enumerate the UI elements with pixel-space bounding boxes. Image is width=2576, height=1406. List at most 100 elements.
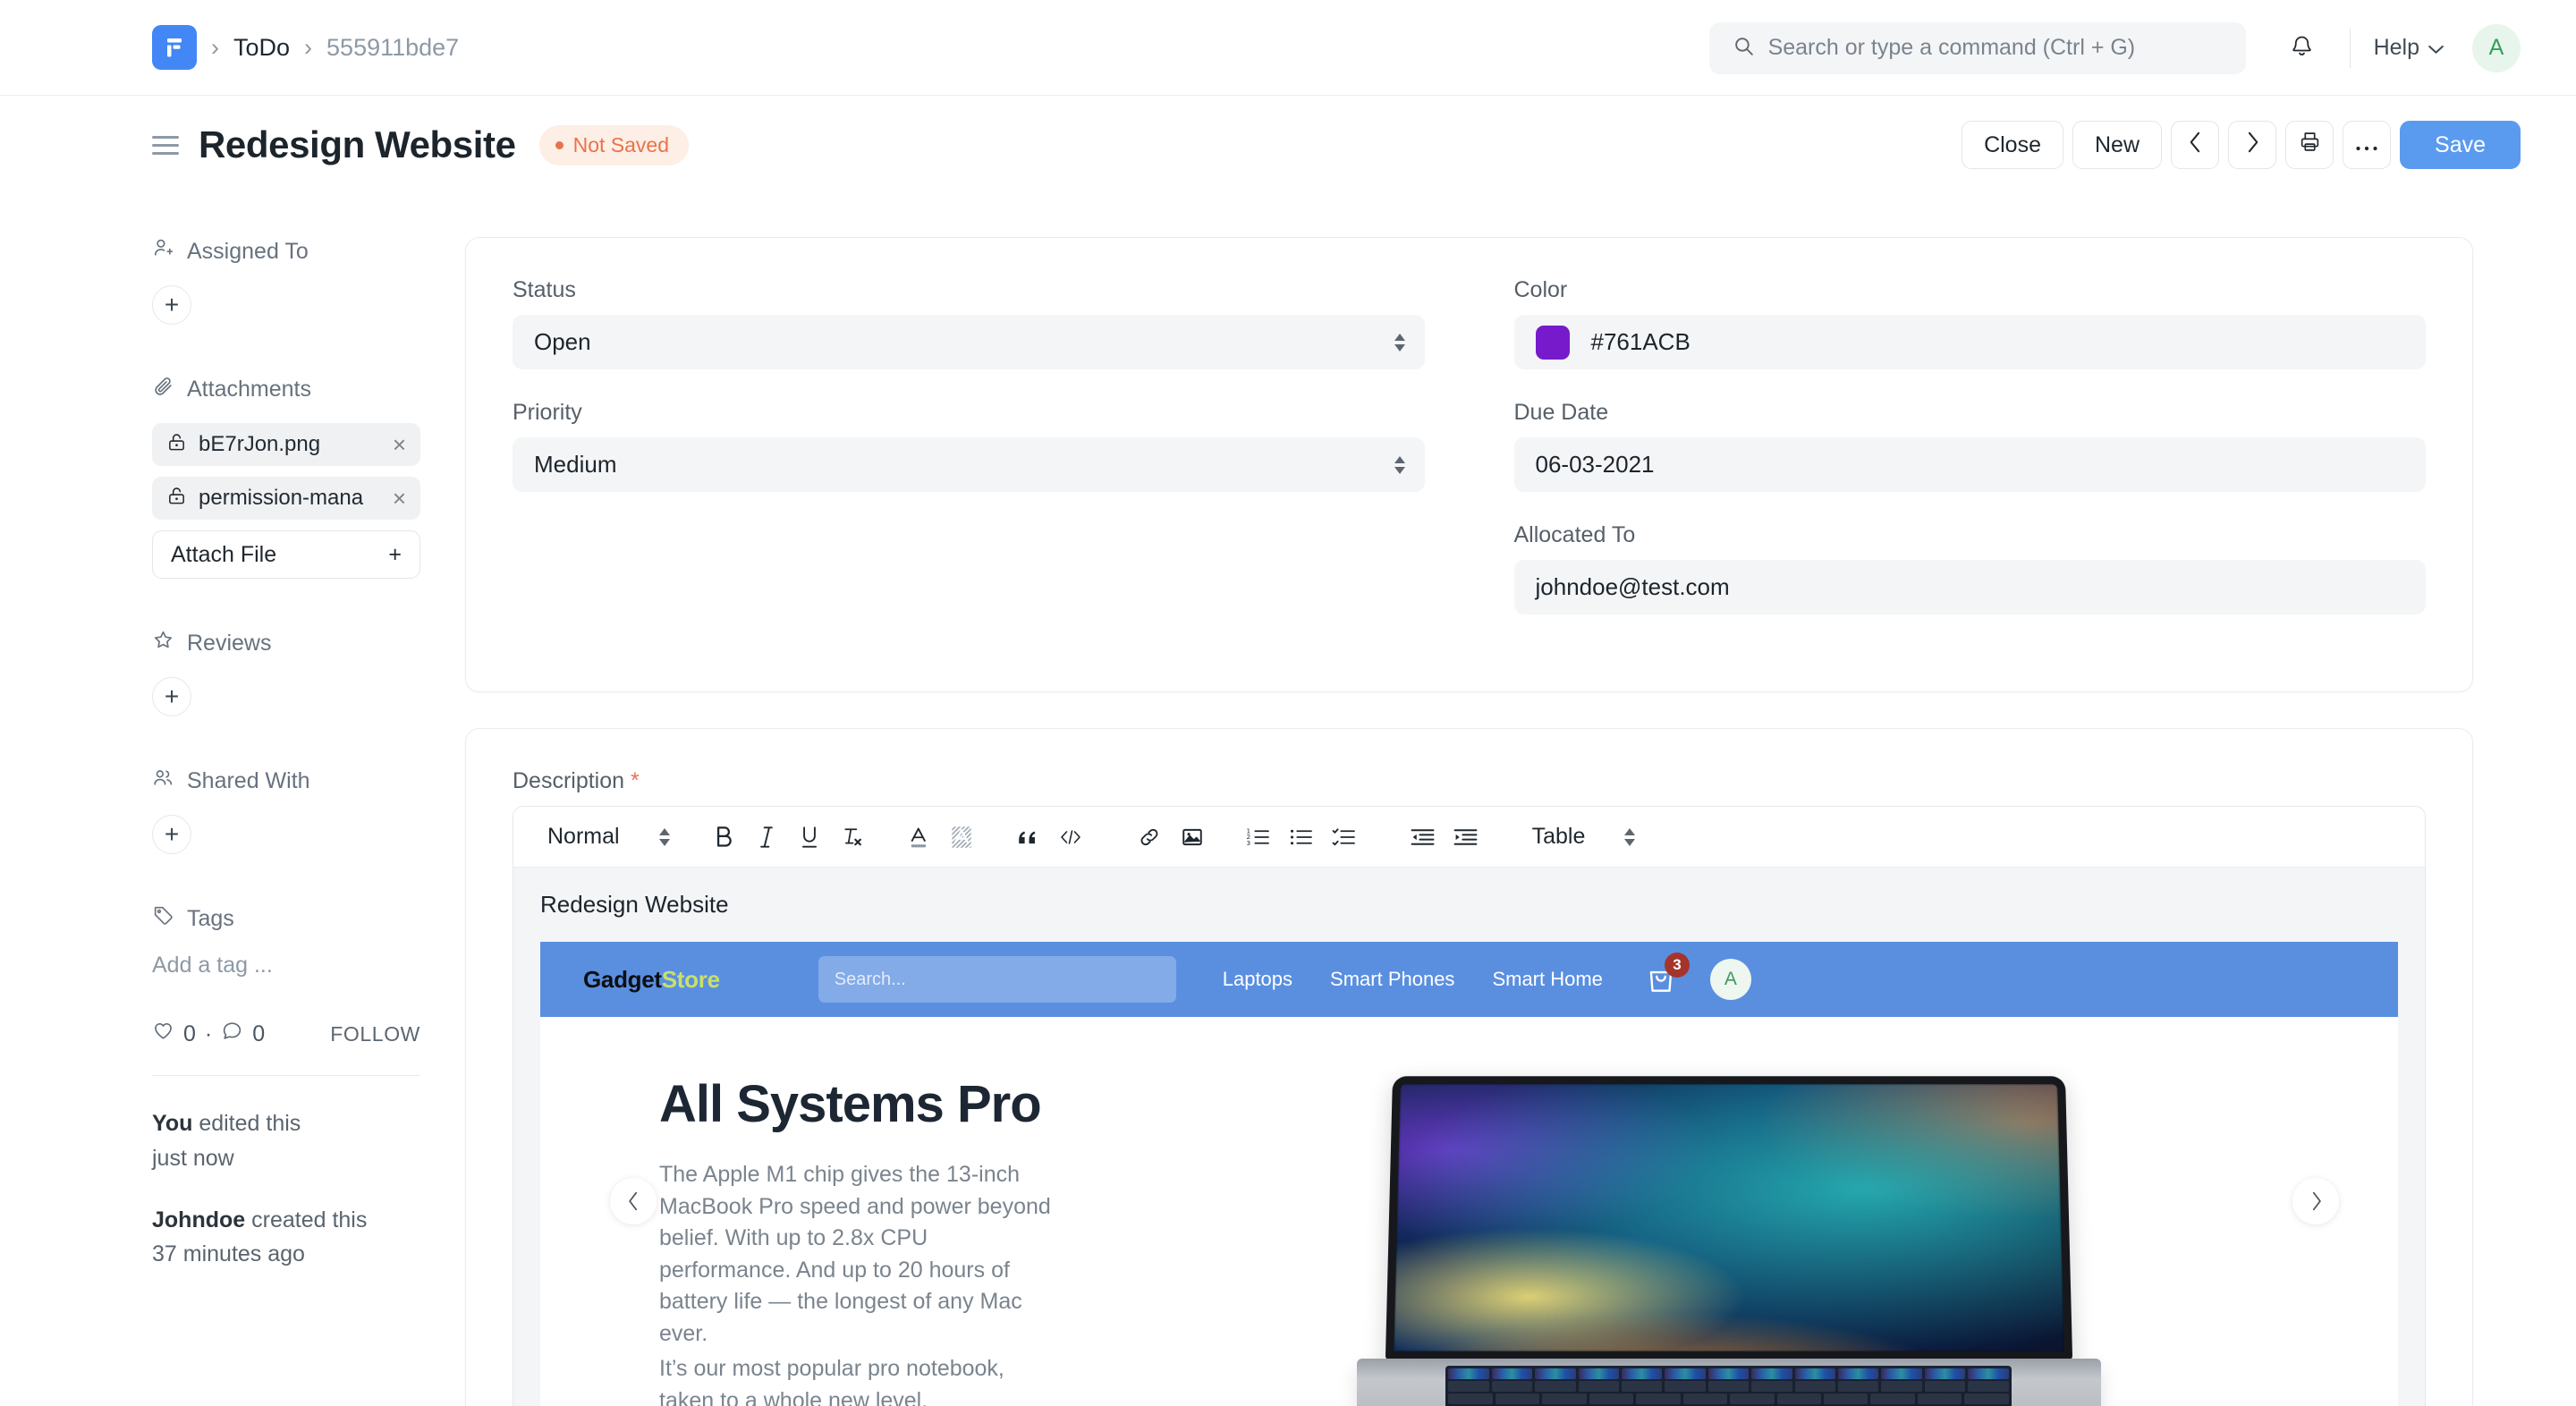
add-shared-user-button[interactable]: + bbox=[152, 815, 191, 854]
sidebar-toggle-icon[interactable] bbox=[152, 136, 179, 155]
user-avatar[interactable]: A bbox=[2472, 24, 2521, 72]
editor-toolbar: Normal bbox=[513, 807, 2425, 868]
help-menu[interactable]: Help bbox=[2374, 35, 2444, 61]
breadcrumb-parent-link[interactable]: ToDo bbox=[233, 34, 290, 62]
due-date-input[interactable]: 06-03-2021 bbox=[1514, 437, 2427, 492]
new-button[interactable]: New bbox=[2072, 121, 2162, 169]
link-button[interactable] bbox=[1128, 816, 1171, 859]
priority-select[interactable]: Medium bbox=[513, 437, 1425, 492]
next-record-button[interactable] bbox=[2228, 121, 2276, 169]
bullet-list-button[interactable] bbox=[1280, 816, 1323, 859]
text-style-select[interactable]: Normal bbox=[538, 824, 679, 850]
breadcrumb-current: 555911bde7 bbox=[326, 34, 459, 62]
description-label: Description * bbox=[513, 768, 2426, 794]
attach-file-button[interactable]: Attach File + bbox=[152, 530, 420, 579]
page-body: Assigned To + Attachments bbox=[0, 194, 2576, 1406]
breadcrumb-separator-2: › bbox=[304, 36, 312, 60]
site-link-laptops[interactable]: Laptops bbox=[1223, 968, 1292, 991]
table-menu[interactable]: Table bbox=[1523, 824, 1645, 850]
attachments-header: Attachments bbox=[152, 375, 429, 403]
allocated-to-input[interactable]: johndoe@test.com bbox=[1514, 560, 2427, 614]
bell-icon bbox=[2290, 33, 2314, 64]
close-button[interactable]: Close bbox=[1962, 121, 2063, 169]
global-search-placeholder: Search or type a command (Ctrl + G) bbox=[1768, 35, 2136, 61]
heart-icon[interactable] bbox=[152, 1020, 174, 1048]
site-link-smart-phones[interactable]: Smart Phones bbox=[1330, 968, 1454, 991]
app-logo-icon[interactable] bbox=[152, 25, 197, 70]
image-button[interactable] bbox=[1171, 816, 1214, 859]
avatar-initial: A bbox=[2489, 35, 2504, 61]
carousel-prev-button[interactable] bbox=[610, 1178, 657, 1224]
reviews-header: Reviews bbox=[152, 629, 429, 657]
color-swatch[interactable] bbox=[1536, 326, 1570, 360]
global-search-input[interactable]: Search or type a command (Ctrl + G) bbox=[1709, 22, 2246, 74]
site-avatar-initial: A bbox=[1724, 969, 1737, 990]
attachment-item[interactable]: bE7rJon.png × bbox=[152, 423, 420, 466]
comment-count: 0 bbox=[252, 1021, 265, 1047]
add-assignee-button[interactable]: + bbox=[152, 285, 191, 325]
plus-icon: + bbox=[388, 542, 402, 568]
remove-attachment-icon[interactable]: × bbox=[393, 433, 406, 456]
hero-paragraph-2: It’s our most popular pro notebook, take… bbox=[659, 1353, 1059, 1406]
site-search-input[interactable]: Search... bbox=[818, 956, 1176, 1003]
outdent-button[interactable] bbox=[1402, 816, 1445, 859]
indent-button[interactable] bbox=[1445, 816, 1487, 859]
allocated-to-field: Allocated To johndoe@test.com bbox=[1514, 522, 2427, 614]
logo-part-2: Store bbox=[662, 966, 720, 993]
clear-format-button[interactable] bbox=[831, 816, 874, 859]
site-link-smart-home[interactable]: Smart Home bbox=[1492, 968, 1602, 991]
site-search-placeholder: Search... bbox=[835, 970, 906, 990]
status-select[interactable]: Open bbox=[513, 315, 1425, 369]
add-tag-input[interactable]: Add a tag ... bbox=[152, 953, 429, 978]
select-arrows-icon bbox=[1394, 334, 1405, 352]
notifications-button[interactable] bbox=[2278, 24, 2326, 72]
priority-value: Medium bbox=[534, 451, 616, 479]
laptop-keyboard bbox=[1445, 1366, 2011, 1406]
add-review-button[interactable]: + bbox=[152, 677, 191, 716]
more-actions-button[interactable] bbox=[2343, 121, 2391, 169]
underline-button[interactable] bbox=[788, 816, 831, 859]
assigned-to-label: Assigned To bbox=[187, 239, 309, 265]
remove-attachment-icon[interactable]: × bbox=[393, 487, 406, 510]
save-button[interactable]: Save bbox=[2400, 121, 2521, 169]
editor-content[interactable]: Redesign Website GadgetStore Search... L… bbox=[513, 868, 2425, 1406]
like-count: 0 bbox=[183, 1021, 196, 1047]
bold-button[interactable] bbox=[702, 816, 745, 859]
checklist-button[interactable] bbox=[1323, 816, 1366, 859]
print-button[interactable] bbox=[2285, 121, 2334, 169]
text-color-button[interactable] bbox=[897, 816, 940, 859]
form-sidebar: Assigned To + Attachments bbox=[0, 194, 429, 1299]
navbar-right-group: Search or type a command (Ctrl + G) Help… bbox=[1709, 0, 2521, 96]
details-right-column: Color #761ACB Due Date 06-03-2021 All bbox=[1514, 277, 2427, 645]
search-icon bbox=[1733, 35, 1755, 62]
tags-section: Tags Add a tag ... bbox=[152, 904, 429, 978]
carousel-next-button[interactable] bbox=[2292, 1178, 2339, 1224]
color-input[interactable]: #761ACB bbox=[1514, 315, 2427, 369]
due-date-label: Due Date bbox=[1514, 400, 2427, 426]
priority-field: Priority Medium bbox=[513, 400, 1425, 492]
assigned-to-section: Assigned To + bbox=[152, 237, 429, 325]
shared-with-section: Shared With + bbox=[152, 767, 429, 854]
hero-copy: All Systems Pro The Apple M1 chip gives … bbox=[540, 1074, 1059, 1406]
shared-with-label: Shared With bbox=[187, 768, 310, 794]
select-arrows-icon bbox=[659, 828, 670, 846]
cart-button[interactable]: 3 bbox=[1644, 962, 1678, 996]
prev-record-button[interactable] bbox=[2171, 121, 2219, 169]
due-date-field: Due Date 06-03-2021 bbox=[1514, 400, 2427, 492]
follow-button[interactable]: FOLLOW bbox=[330, 1022, 420, 1046]
italic-button[interactable] bbox=[745, 816, 788, 859]
reviews-section: Reviews + bbox=[152, 629, 429, 716]
highlight-color-button[interactable] bbox=[940, 816, 983, 859]
page-title: Redesign Website bbox=[199, 123, 516, 166]
site-user-avatar[interactable]: A bbox=[1710, 959, 1751, 1000]
color-label: Color bbox=[1514, 277, 2427, 303]
comment-icon[interactable] bbox=[221, 1020, 243, 1048]
code-button[interactable] bbox=[1049, 816, 1092, 859]
priority-label: Priority bbox=[513, 400, 1425, 426]
lock-icon bbox=[166, 486, 187, 511]
help-label: Help bbox=[2374, 35, 2419, 61]
ordered-list-button[interactable]: 1 2 3 bbox=[1237, 816, 1280, 859]
attachment-item[interactable]: permission-mana × bbox=[152, 477, 420, 520]
status-label: Status bbox=[513, 277, 1425, 303]
blockquote-button[interactable] bbox=[1006, 816, 1049, 859]
